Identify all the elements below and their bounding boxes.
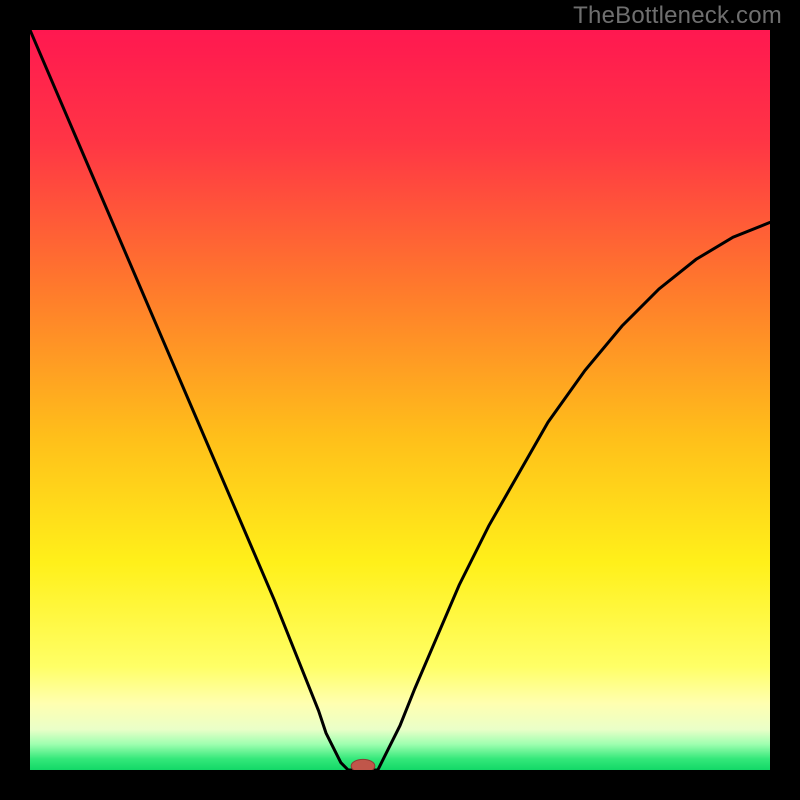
bottleneck-chart [30, 30, 770, 770]
watermark-text: TheBottleneck.com [573, 2, 782, 30]
chart-frame: TheBottleneck.com [0, 0, 800, 800]
gradient-background [30, 30, 770, 770]
minimum-marker [351, 759, 375, 770]
plot-area [30, 30, 770, 770]
